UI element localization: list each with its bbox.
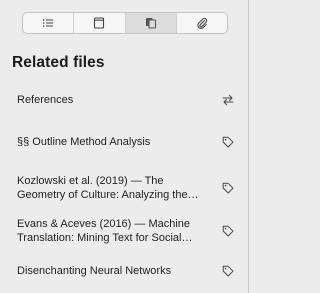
list-item-label: Evans & Aceves (2016) — Machine Translat… — [17, 218, 193, 244]
related-files-list: References §§ Outline Method Analysis Ko… — [0, 82, 248, 290]
list-icon — [42, 19, 54, 27]
list-item[interactable]: Disenchanting Neural Networks — [0, 252, 248, 290]
panel-title: Related files — [12, 54, 105, 71]
list-item[interactable]: References — [0, 82, 248, 118]
list-item[interactable]: Evans & Aceves (2016) — Machine Translat… — [0, 210, 248, 252]
list-item-label: Disenchanting Neural Networks — [17, 265, 172, 277]
tag-icon[interactable] — [222, 265, 234, 277]
tab-attachments[interactable] — [177, 13, 227, 33]
list-item[interactable]: §§ Outline Method Analysis — [0, 118, 248, 166]
tab-outline[interactable] — [23, 13, 75, 33]
list-item[interactable]: Kozlowski et al. (2019) — The Geometry o… — [0, 166, 248, 210]
page-icon — [94, 17, 105, 29]
tag-icon[interactable] — [222, 225, 234, 237]
tab-related-files[interactable] — [125, 13, 177, 33]
list-item-label: §§ Outline Method Analysis — [17, 136, 151, 148]
view-tab-bar — [22, 12, 228, 34]
list-item-label: Kozlowski et al. (2019) — The Geometry o… — [17, 175, 199, 201]
swap-arrows-icon[interactable] — [222, 94, 234, 106]
sidebar-panel: Related files References §§ Outline Meth… — [0, 0, 249, 293]
tag-icon[interactable] — [222, 182, 234, 194]
tab-page[interactable] — [74, 13, 126, 33]
paperclip-icon — [197, 17, 208, 29]
tag-icon[interactable] — [222, 136, 234, 148]
files-icon — [145, 18, 156, 29]
list-item-label: References — [17, 94, 74, 106]
